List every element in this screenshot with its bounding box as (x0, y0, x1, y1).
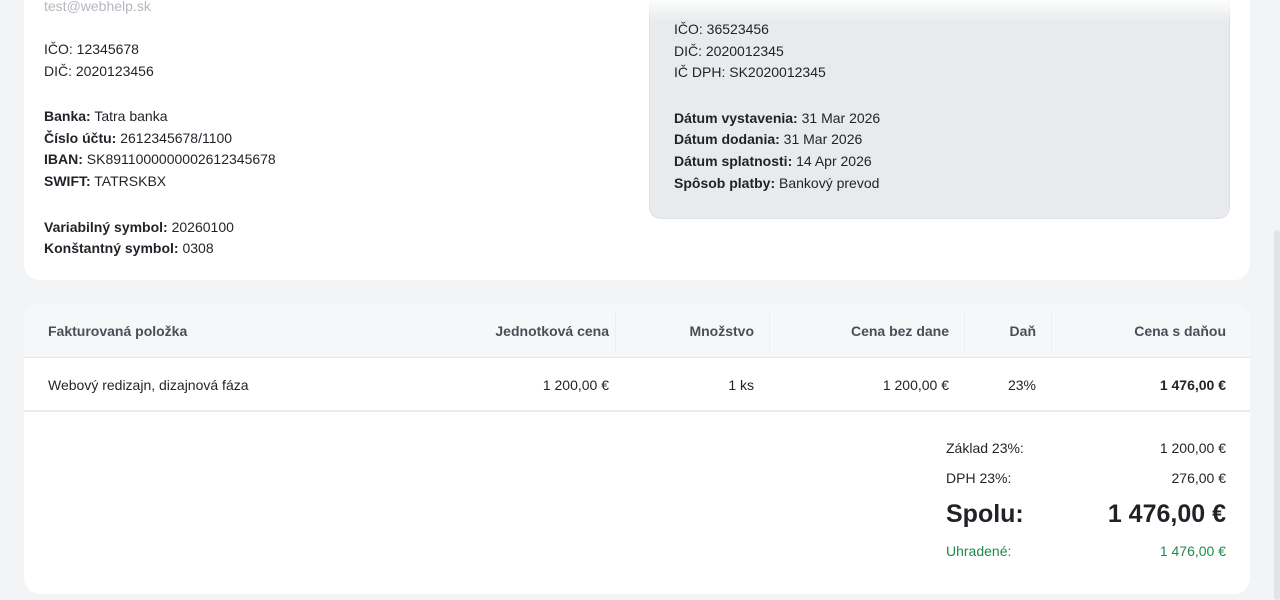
buyer-icdph: IČ DPH: SK2020012345 (674, 64, 826, 81)
table-row: Webový redizajn, dizajnová fáza 1 200,00… (24, 358, 1250, 412)
item-unit-price: 1 200,00 € (542, 377, 609, 393)
col-price-with-vat: Cena s daňou (1134, 323, 1226, 339)
issuer-bank: Banka: Tatra banka (44, 108, 168, 125)
col-price-without-vat: Cena bez dane (850, 323, 949, 339)
col-vat: Daň (1009, 323, 1036, 339)
buyer-dic: DIČ: 2020012345 (674, 42, 784, 59)
invoice-items-card: Fakturovaná položka Jednotková cena Množ… (24, 304, 1250, 594)
paid-value: 1 476,00 € (1159, 543, 1226, 559)
col-unit-price: Jednotková cena (495, 323, 609, 339)
item-price-with-vat: 1 476,00 € (1159, 377, 1226, 393)
scroll-fade (24, 0, 1250, 22)
buyer-details: IČO: 36523456 DIČ: 2020012345 IČ DPH: SK… (674, 19, 880, 194)
item-quantity: 1 ks (728, 377, 754, 393)
constant-symbol: Konštantný symbol: 0308 (44, 240, 214, 257)
issuer-details: IČO: 12345678 DIČ: 2020123456 Banka: Tat… (44, 39, 276, 260)
items-table-header: Fakturovaná položka Jednotková cena Množ… (24, 304, 1250, 358)
issuer-ico: IČO: 12345678 (44, 41, 139, 57)
delivery-date: Dátum dodania: 31 Mar 2026 (674, 131, 863, 148)
due-date: Dátum splatnosti: 14 Apr 2026 (674, 152, 872, 169)
issuer-email[interactable]: test@webhelp.sk (44, 0, 151, 14)
item-price-without-vat: 1 200,00 € (882, 377, 949, 393)
vat-label: DPH 23%: (946, 470, 1012, 486)
col-quantity: Množstvo (689, 323, 754, 339)
issuer-account: Číslo účtu: 2612345678/1100 (44, 129, 233, 146)
issuer-dic: DIČ: 2020123456 (44, 62, 154, 79)
page-scrollbar[interactable] (1274, 230, 1280, 600)
item-name: Webový redizajn, dizajnová fáza (48, 377, 249, 393)
total-label: Spolu: (946, 500, 1024, 528)
variable-symbol: Variabilný symbol: 20260100 (44, 218, 234, 235)
issuer-swift: SWIFT: TATRSKBX (44, 172, 167, 189)
total-value: 1 476,00 € (1107, 500, 1226, 528)
buyer-ico: IČO: 36523456 (674, 21, 769, 37)
base-label: Základ 23%: (946, 440, 1024, 456)
vat-value: 276,00 € (1171, 470, 1227, 486)
col-item: Fakturovaná položka (48, 323, 188, 339)
item-vat-rate: 23% (1007, 377, 1036, 393)
issue-date: Dátum vystavenia: 31 Mar 2026 (674, 109, 881, 126)
issuer-iban: IBAN: SK8911000000002612345678 (44, 151, 276, 168)
base-value: 1 200,00 € (1159, 440, 1226, 456)
paid-label: Uhradené: (946, 543, 1012, 559)
payment-method: Spôsob platby: Bankový prevod (674, 174, 880, 191)
